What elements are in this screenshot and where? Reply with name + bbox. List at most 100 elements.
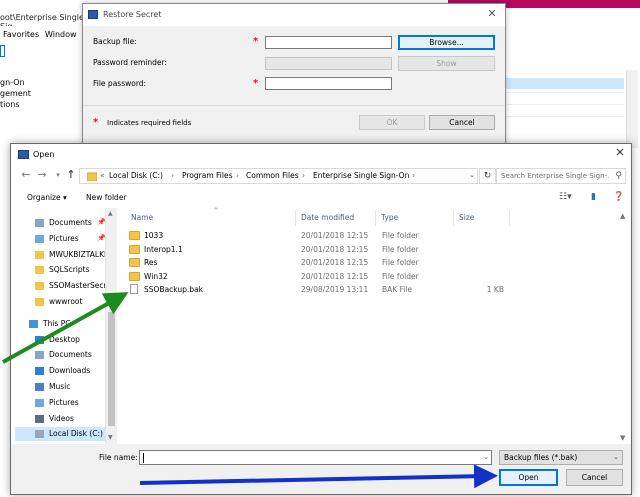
scroll-down-icon[interactable]: ▼	[620, 434, 625, 442]
file-row[interactable]: 1033 20/01/2018 12:15 File folder	[123, 229, 617, 242]
desktop-icon	[35, 335, 44, 344]
file-name-input[interactable]: ⌄	[139, 450, 492, 465]
recent-chevron-icon[interactable]: ▾	[51, 168, 65, 182]
nav-item-label: MWUKBIZTALKF	[49, 249, 109, 259]
close-icon[interactable]: ✕	[613, 146, 627, 160]
nav-item-label: SQLScripts	[49, 265, 90, 275]
background-scrollbar[interactable]	[626, 70, 638, 148]
nav-scrollbar[interactable]: ▲ ▼	[105, 208, 117, 446]
column-size[interactable]: Size	[459, 213, 474, 222]
address-segment[interactable]: Common Files	[246, 171, 299, 180]
forward-arrow-icon[interactable]: →	[35, 168, 49, 182]
documents-icon	[35, 219, 44, 227]
file-date: 20/01/2018 12:15	[301, 231, 369, 240]
chevron-right-icon[interactable]: ›	[302, 171, 305, 180]
file-password-field[interactable]	[265, 77, 392, 90]
required-mark: *	[253, 78, 259, 89]
password-reminder-field[interactable]	[265, 57, 392, 70]
drive-icon	[35, 430, 44, 439]
nav-item[interactable]: This PC	[15, 317, 111, 331]
column-type[interactable]: Type	[381, 213, 398, 222]
chevron-down-icon[interactable]: ⌄	[483, 453, 489, 461]
restore-title-bar[interactable]: Restore Secret ✕	[83, 4, 505, 26]
computer-icon	[29, 319, 38, 328]
new-folder-button[interactable]: New folder	[86, 193, 127, 202]
refresh-icon[interactable]: ↻	[479, 168, 496, 184]
file-row[interactable]: Interop1.1 20/01/2018 12:15 File folder	[123, 243, 617, 256]
file-name: Interop1.1	[144, 244, 183, 254]
open-button[interactable]: Open	[499, 469, 558, 486]
nav-item[interactable]: Downloads	[15, 364, 111, 378]
background-input[interactable]	[0, 45, 5, 57]
tree-item[interactable]: gn-On	[0, 78, 25, 87]
column-date[interactable]: Date modified	[301, 213, 354, 222]
chevron-down-icon[interactable]: ⌄	[469, 171, 475, 179]
address-segment[interactable]: Local Disk (C:)	[109, 171, 163, 180]
nav-item-label: Downloads	[49, 366, 91, 376]
chevron-right-icon[interactable]: ›	[236, 171, 239, 180]
nav-item[interactable]: Music	[15, 380, 111, 394]
open-title-bar[interactable]: Open ✕	[11, 144, 631, 166]
nav-item[interactable]: SQLScripts	[15, 263, 111, 277]
scroll-thumb[interactable]	[108, 312, 115, 426]
folder-icon	[129, 271, 140, 281]
show-button[interactable]: Show	[398, 56, 495, 71]
file-date: 20/01/2018 12:15	[301, 244, 369, 254]
file-type-select[interactable]: Backup files (*.bak) ⌄	[499, 450, 623, 465]
backup-file-field[interactable]	[265, 36, 392, 49]
file-name: 1033	[144, 231, 164, 240]
nav-item[interactable]: Pictures	[15, 396, 111, 410]
preview-pane-icon[interactable]: ▮	[591, 192, 596, 202]
file-name: SSOBackup.bak	[144, 285, 204, 295]
scroll-up-icon[interactable]: ▲	[620, 212, 625, 220]
browse-button[interactable]: Browse...	[398, 35, 495, 50]
view-options-icon[interactable]: ☷▾	[559, 192, 572, 202]
search-box[interactable]: Search Enterprise Single Sign-... ⚲	[496, 168, 626, 184]
tree-item[interactable]: tions	[0, 100, 20, 109]
nav-item-label: Local Disk (C:)	[49, 429, 103, 439]
menu-window[interactable]: Window	[45, 30, 77, 39]
nav-item[interactable]: MWUKBIZTALKF	[15, 248, 111, 262]
cancel-button[interactable]: Cancel	[566, 469, 623, 486]
nav-item[interactable]: wwwroot	[15, 295, 111, 309]
nav-item-label: This PC	[43, 318, 71, 328]
column-separator[interactable]	[453, 210, 454, 226]
file-name: Win32	[144, 271, 168, 281]
column-name[interactable]: Name	[131, 213, 153, 222]
tree-item[interactable]: gement	[0, 89, 31, 98]
up-arrow-icon[interactable]: ↑	[64, 168, 78, 182]
nav-item[interactable]: Videos	[15, 412, 111, 426]
address-segment[interactable]: Program Files	[182, 171, 233, 180]
scroll-up-icon[interactable]: ▲	[108, 210, 113, 217]
help-icon[interactable]: ❓	[613, 192, 624, 202]
background-selected-row[interactable]	[506, 78, 624, 89]
back-arrow-icon[interactable]: ←	[19, 168, 33, 182]
column-separator[interactable]	[509, 210, 510, 226]
nav-item[interactable]: Documents 📌	[15, 216, 111, 230]
column-separator[interactable]	[375, 210, 376, 226]
column-separator[interactable]	[295, 210, 296, 226]
file-row[interactable]: SSOBackup.bak 29/08/2019 13:11 BAK File 1 K…	[123, 283, 617, 296]
nav-item[interactable]: Pictures 📌	[15, 232, 111, 246]
address-prefix[interactable]: «	[100, 171, 105, 180]
menu-favorites[interactable]: Favorites	[3, 30, 39, 39]
nav-item[interactable]: Local Disk (C:)	[15, 427, 111, 442]
app-icon	[18, 150, 29, 159]
scroll-down-icon[interactable]: ▼	[108, 434, 113, 441]
nav-item[interactable]: Documents	[15, 348, 111, 362]
list-scrollbar[interactable]: ▲ ▼	[617, 208, 631, 446]
file-row[interactable]: Win32 20/01/2018 12:15 File folder	[123, 270, 617, 283]
folder-icon	[35, 250, 44, 259]
chevron-right-icon[interactable]: ›	[412, 171, 415, 180]
nav-item[interactable]: SSOMasterSecre	[15, 279, 111, 293]
address-segment[interactable]: Enterprise Single Sign-On	[313, 171, 409, 180]
chevron-right-icon[interactable]: ›	[171, 171, 174, 180]
file-icon	[130, 284, 138, 295]
organize-button[interactable]: Organize ▾	[27, 193, 67, 202]
close-icon[interactable]: ✕	[485, 7, 499, 21]
file-row[interactable]: Res 20/01/2018 12:15 File folder	[123, 256, 617, 269]
address-bar[interactable]: « Local Disk (C:) › Program Files › Comm…	[79, 168, 478, 184]
nav-item[interactable]: Desktop	[15, 333, 111, 347]
ok-button[interactable]: OK	[359, 115, 425, 130]
cancel-button[interactable]: Cancel	[429, 115, 495, 130]
